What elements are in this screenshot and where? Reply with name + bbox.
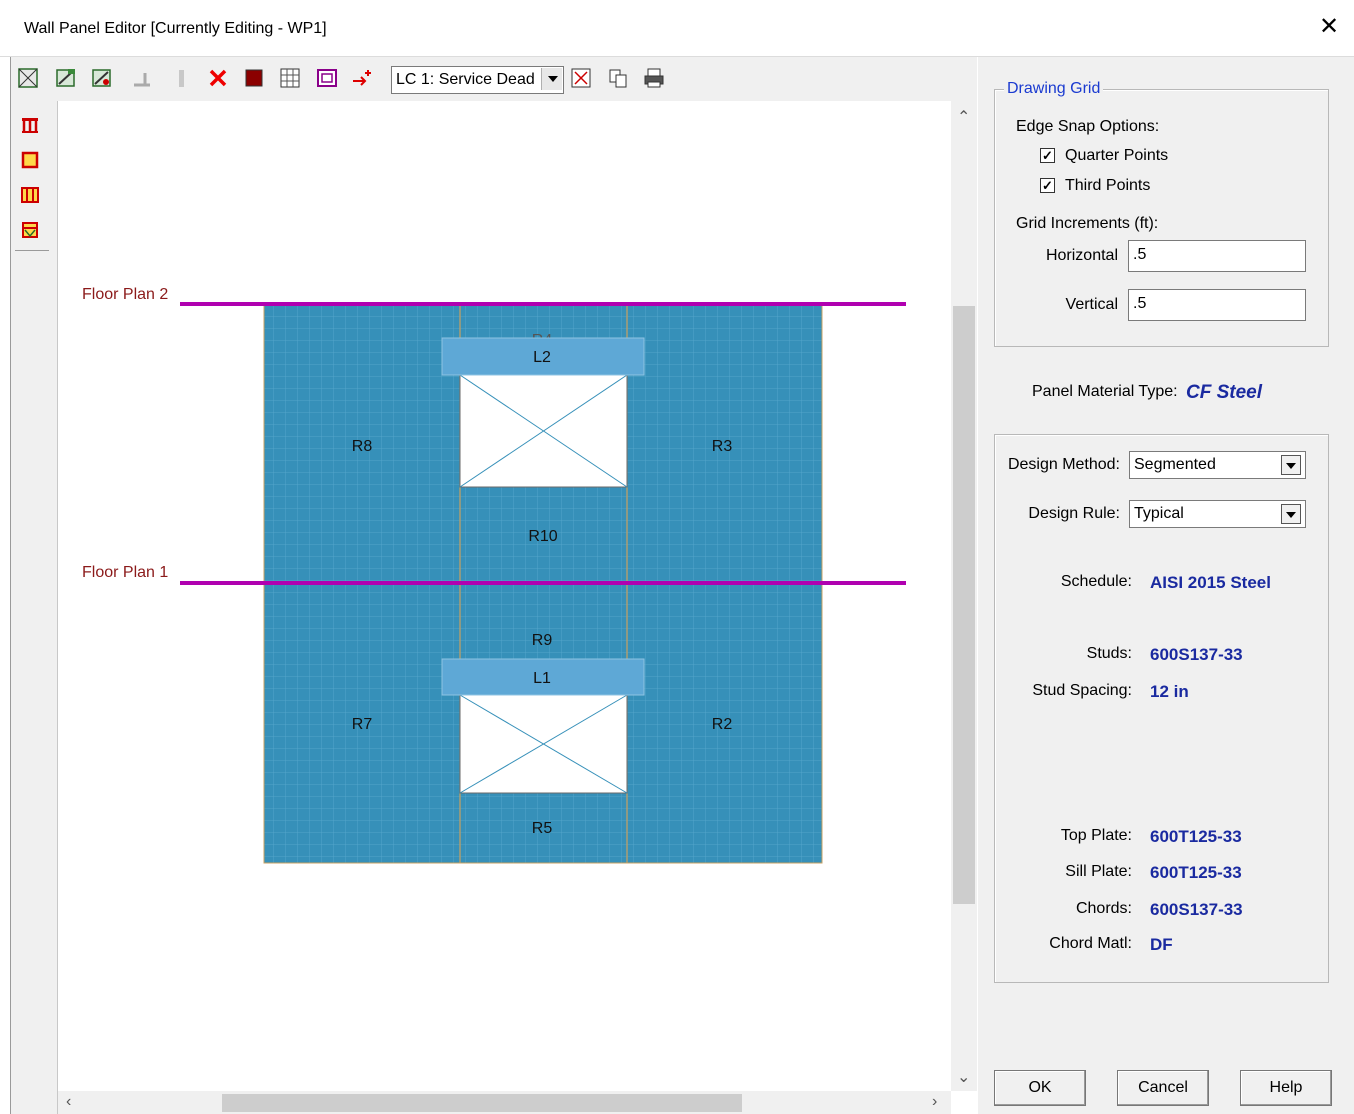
wall-tool-4-icon[interactable] bbox=[21, 221, 39, 239]
fill-icon[interactable] bbox=[243, 67, 265, 89]
horizontal-label: Horizontal bbox=[1045, 247, 1118, 264]
material-label: Panel Material Type: bbox=[1032, 383, 1178, 400]
grid-increments-label: Grid Increments (ft): bbox=[1016, 215, 1159, 232]
lintel-label: L2 bbox=[533, 349, 551, 366]
top-plate-value: 600T125-33 bbox=[1150, 827, 1242, 846]
scroll-right-icon[interactable]: › bbox=[932, 1093, 937, 1111]
tool-divider bbox=[15, 250, 49, 251]
ok-button[interactable]: OK bbox=[994, 1070, 1086, 1106]
lintel-label: L1 bbox=[533, 670, 551, 687]
left-toolbar bbox=[11, 101, 58, 1114]
material-value: CF Steel bbox=[1186, 382, 1263, 403]
horizontal-scroll-thumb[interactable] bbox=[222, 1094, 742, 1112]
copy-icon[interactable] bbox=[607, 67, 629, 89]
window-frame-left bbox=[0, 57, 11, 1114]
third-points-checkbox[interactable]: ✓ bbox=[1040, 178, 1055, 193]
wall-tool-1-icon[interactable] bbox=[21, 116, 39, 134]
vertical-scroll-thumb[interactable] bbox=[953, 306, 975, 904]
design-rule-value: Typical bbox=[1134, 505, 1184, 522]
load-case-value: LC 1: Service Dead bbox=[396, 71, 535, 88]
design-rule-label: Design Rule: bbox=[1028, 505, 1120, 522]
scroll-left-icon[interactable]: ‹ bbox=[66, 1093, 71, 1111]
zoom-fit-icon[interactable] bbox=[570, 67, 592, 89]
select-all-icon[interactable] bbox=[17, 67, 39, 89]
edge-snap-label: Edge Snap Options: bbox=[1016, 118, 1160, 135]
wall-panel-drawing[interactable]: R4 L2 L1 R8 R3 R10 R9 R7 R2 R5 Floor Pla… bbox=[58, 101, 951, 1091]
design-method-value: Segmented bbox=[1134, 456, 1216, 473]
chords-value: 600S137-33 bbox=[1150, 900, 1243, 919]
delete-icon[interactable] bbox=[207, 67, 229, 89]
vertical-increment-value: .5 bbox=[1133, 295, 1147, 312]
region-label: R9 bbox=[532, 632, 553, 649]
load-case-select[interactable]: LC 1: Service Dead bbox=[391, 66, 564, 94]
top-plate-label: Top Plate: bbox=[1060, 827, 1132, 844]
chord-matl-value: DF bbox=[1150, 935, 1173, 954]
chord-matl-label: Chord Matl: bbox=[1049, 935, 1132, 952]
vertical-label: Vertical bbox=[1065, 296, 1118, 313]
chevron-down-icon[interactable] bbox=[1281, 504, 1301, 524]
region-label: R3 bbox=[712, 438, 733, 455]
opening-lower[interactable] bbox=[459, 694, 628, 794]
toolbar: LC 1: Service Dead bbox=[11, 57, 977, 102]
drawing-canvas[interactable]: R4 L2 L1 R8 R3 R10 R9 R7 R2 R5 Floor Pla… bbox=[58, 101, 951, 1091]
opening-upper[interactable] bbox=[459, 374, 628, 488]
region-label: R10 bbox=[528, 528, 557, 545]
schedule-label: Schedule: bbox=[1060, 573, 1132, 590]
divider-icon[interactable] bbox=[171, 67, 193, 89]
print-icon[interactable] bbox=[643, 67, 665, 89]
horizontal-increment-input[interactable]: .5 bbox=[1128, 240, 1306, 272]
wall-tool-3-icon[interactable] bbox=[21, 186, 39, 204]
properties-panel: Drawing Grid Edge Snap Options: ✓ Quarte… bbox=[978, 57, 1354, 1114]
cancel-button[interactable]: Cancel bbox=[1117, 1070, 1209, 1106]
floor-plan-label: Floor Plan 1 bbox=[82, 564, 168, 581]
edit-region-icon[interactable] bbox=[55, 67, 77, 89]
schedule-value: AISI 2015 Steel bbox=[1150, 573, 1271, 592]
horizontal-increment-value: .5 bbox=[1133, 246, 1147, 263]
studs-value: 600S137-33 bbox=[1150, 645, 1243, 664]
vertical-increment-input[interactable]: .5 bbox=[1128, 289, 1306, 321]
scroll-up-icon[interactable]: ⌃ bbox=[957, 107, 970, 127]
stud-spacing-value: 12 in bbox=[1150, 682, 1189, 701]
scroll-down-icon[interactable]: ⌄ bbox=[957, 1067, 970, 1087]
design-method-select[interactable]: Segmented bbox=[1129, 451, 1306, 479]
sill-plate-label: Sill Plate: bbox=[1065, 863, 1132, 880]
third-points-label[interactable]: Third Points bbox=[1065, 177, 1150, 195]
quarter-points-checkbox[interactable]: ✓ bbox=[1040, 148, 1055, 163]
region-label: R8 bbox=[352, 438, 373, 455]
floor-plan-label: Floor Plan 2 bbox=[82, 286, 168, 303]
chevron-down-icon[interactable] bbox=[541, 68, 562, 90]
chords-label: Chords: bbox=[1075, 900, 1132, 917]
region-label: R2 bbox=[712, 716, 733, 733]
stud-spacing-label: Stud Spacing: bbox=[1032, 682, 1132, 699]
studs-label: Studs: bbox=[1086, 645, 1132, 662]
frame-icon[interactable] bbox=[316, 67, 338, 89]
grid-icon[interactable] bbox=[279, 67, 301, 89]
quarter-points-label[interactable]: Quarter Points bbox=[1065, 147, 1168, 165]
close-icon[interactable]: ✕ bbox=[1316, 14, 1342, 40]
insert-point-icon[interactable] bbox=[351, 67, 373, 89]
sill-plate-value: 600T125-33 bbox=[1150, 863, 1242, 882]
drawing-grid-title: Drawing Grid bbox=[1004, 80, 1104, 98]
design-method-label: Design Method: bbox=[1007, 456, 1120, 473]
region-label: R5 bbox=[532, 820, 553, 837]
region-label: R7 bbox=[352, 716, 373, 733]
opening-icon[interactable] bbox=[131, 67, 153, 89]
help-button[interactable]: Help bbox=[1240, 1070, 1332, 1106]
wall-tool-2-icon[interactable] bbox=[21, 151, 39, 169]
window-title: Wall Panel Editor [Currently Editing - W… bbox=[24, 20, 327, 37]
design-rule-select[interactable]: Typical bbox=[1129, 500, 1306, 528]
edit-region-alt-icon[interactable] bbox=[91, 67, 113, 89]
chevron-down-icon[interactable] bbox=[1281, 455, 1301, 475]
